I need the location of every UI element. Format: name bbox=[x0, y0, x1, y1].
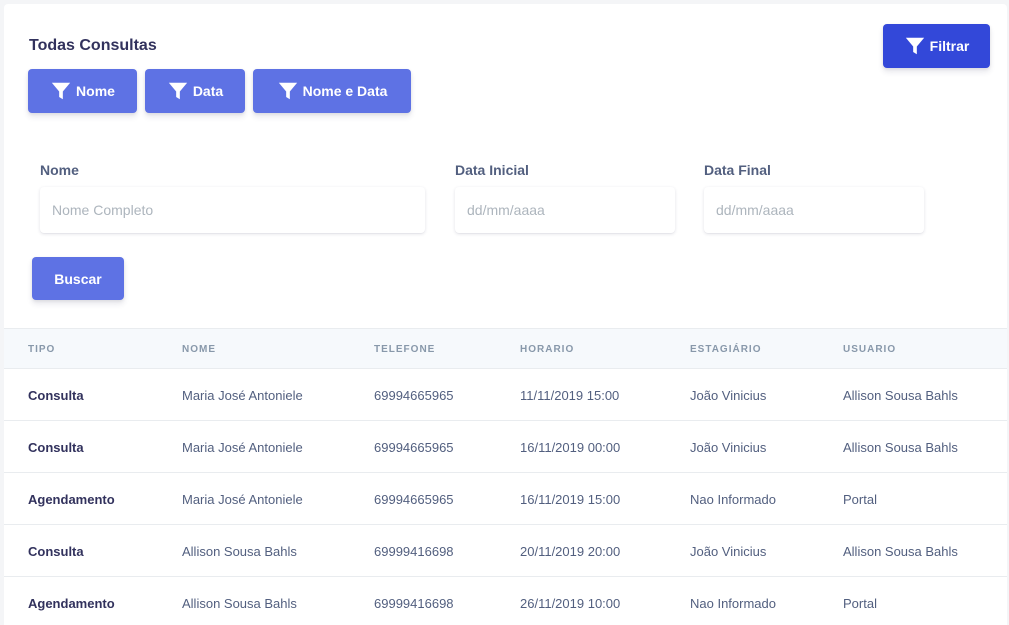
filter-icon bbox=[51, 82, 71, 100]
cell-telefone: 69994665965 bbox=[374, 492, 454, 507]
buscar-button[interactable]: Buscar bbox=[32, 257, 124, 300]
cell-estagiario: Nao Informado bbox=[690, 492, 776, 507]
table-header: Tipo Nome Telefone Horario Estagiário Us… bbox=[4, 328, 1007, 369]
cell-tipo: Consulta bbox=[28, 388, 84, 403]
cell-estagiario: João Vinicius bbox=[690, 440, 767, 455]
cell-tipo: Consulta bbox=[28, 440, 84, 455]
cell-usuario: Allison Sousa Bahls bbox=[843, 544, 958, 559]
table-row[interactable]: Consulta Allison Sousa Bahls 69999416698… bbox=[4, 525, 1007, 577]
cell-usuario: Allison Sousa Bahls bbox=[843, 388, 958, 403]
filtrar-button-label: Filtrar bbox=[929, 38, 970, 54]
cell-telefone: 69994665965 bbox=[374, 440, 454, 455]
table-row[interactable]: Consulta Maria José Antoniele 6999466596… bbox=[4, 421, 1007, 473]
cell-horario: 16/11/2019 00:00 bbox=[520, 440, 621, 455]
cell-nome: Maria José Antoniele bbox=[182, 440, 303, 455]
filter-data-button[interactable]: Data bbox=[145, 69, 245, 113]
cell-tipo: Consulta bbox=[28, 544, 84, 559]
cell-estagiario: Nao Informado bbox=[690, 596, 776, 611]
data-final-input[interactable] bbox=[704, 187, 924, 233]
column-header-estagiario[interactable]: Estagiário bbox=[690, 344, 761, 355]
cell-tipo: Agendamento bbox=[28, 492, 115, 507]
cell-usuario: Allison Sousa Bahls bbox=[843, 440, 958, 455]
filter-icon bbox=[278, 82, 297, 100]
cell-nome: Allison Sousa Bahls bbox=[182, 596, 297, 611]
column-header-tipo[interactable]: Tipo bbox=[28, 344, 55, 355]
column-header-horario[interactable]: Horario bbox=[520, 344, 574, 355]
cell-telefone: 69999416698 bbox=[374, 596, 454, 611]
cell-estagiario: João Vinicius bbox=[690, 544, 767, 559]
consultas-table: Tipo Nome Telefone Horario Estagiário Us… bbox=[4, 328, 1007, 625]
filter-icon bbox=[168, 82, 187, 100]
cell-horario: 20/11/2019 20:00 bbox=[520, 544, 621, 559]
column-header-telefone[interactable]: Telefone bbox=[374, 344, 435, 355]
filter-nome-label: Nome bbox=[76, 83, 115, 99]
cell-usuario: Portal bbox=[843, 492, 877, 507]
data-final-label: Data Final bbox=[704, 162, 771, 178]
filter-data-label: Data bbox=[192, 83, 224, 99]
column-header-usuario[interactable]: Usuario bbox=[843, 344, 896, 355]
cell-nome: Maria José Antoniele bbox=[182, 492, 303, 507]
cell-nome: Maria José Antoniele bbox=[182, 388, 303, 403]
cell-usuario: Portal bbox=[843, 596, 877, 611]
consultas-card: Todas Consultas Filtrar Nome Data Nome e… bbox=[4, 4, 1007, 625]
cell-horario: 26/11/2019 10:00 bbox=[520, 596, 621, 611]
cell-tipo: Agendamento bbox=[28, 596, 115, 611]
filter-nome-data-label: Nome e Data bbox=[302, 83, 388, 99]
filter-nome-button[interactable]: Nome bbox=[28, 69, 137, 113]
cell-horario: 16/11/2019 15:00 bbox=[520, 492, 621, 507]
column-header-nome[interactable]: Nome bbox=[182, 344, 216, 355]
cell-nome: Allison Sousa Bahls bbox=[182, 544, 297, 559]
cell-horario: 11/11/2019 15:00 bbox=[520, 388, 620, 403]
cell-estagiario: João Vinicius bbox=[690, 388, 767, 403]
cell-telefone: 69994665965 bbox=[374, 388, 454, 403]
data-inicial-label: Data Inicial bbox=[455, 162, 529, 178]
filtrar-button[interactable]: Filtrar bbox=[883, 24, 990, 68]
filter-icon bbox=[905, 37, 924, 55]
data-inicial-input[interactable] bbox=[455, 187, 675, 233]
table-row[interactable]: Agendamento Maria José Antoniele 6999466… bbox=[4, 473, 1007, 525]
table-row[interactable]: Agendamento Allison Sousa Bahls 69999416… bbox=[4, 577, 1007, 625]
table-row[interactable]: Consulta Maria José Antoniele 6999466596… bbox=[4, 369, 1007, 421]
nome-label: Nome bbox=[40, 162, 79, 178]
filter-nome-data-button[interactable]: Nome e Data bbox=[253, 69, 411, 113]
cell-telefone: 69999416698 bbox=[374, 544, 454, 559]
page-title: Todas Consultas bbox=[29, 37, 157, 54]
nome-input[interactable] bbox=[40, 187, 425, 233]
